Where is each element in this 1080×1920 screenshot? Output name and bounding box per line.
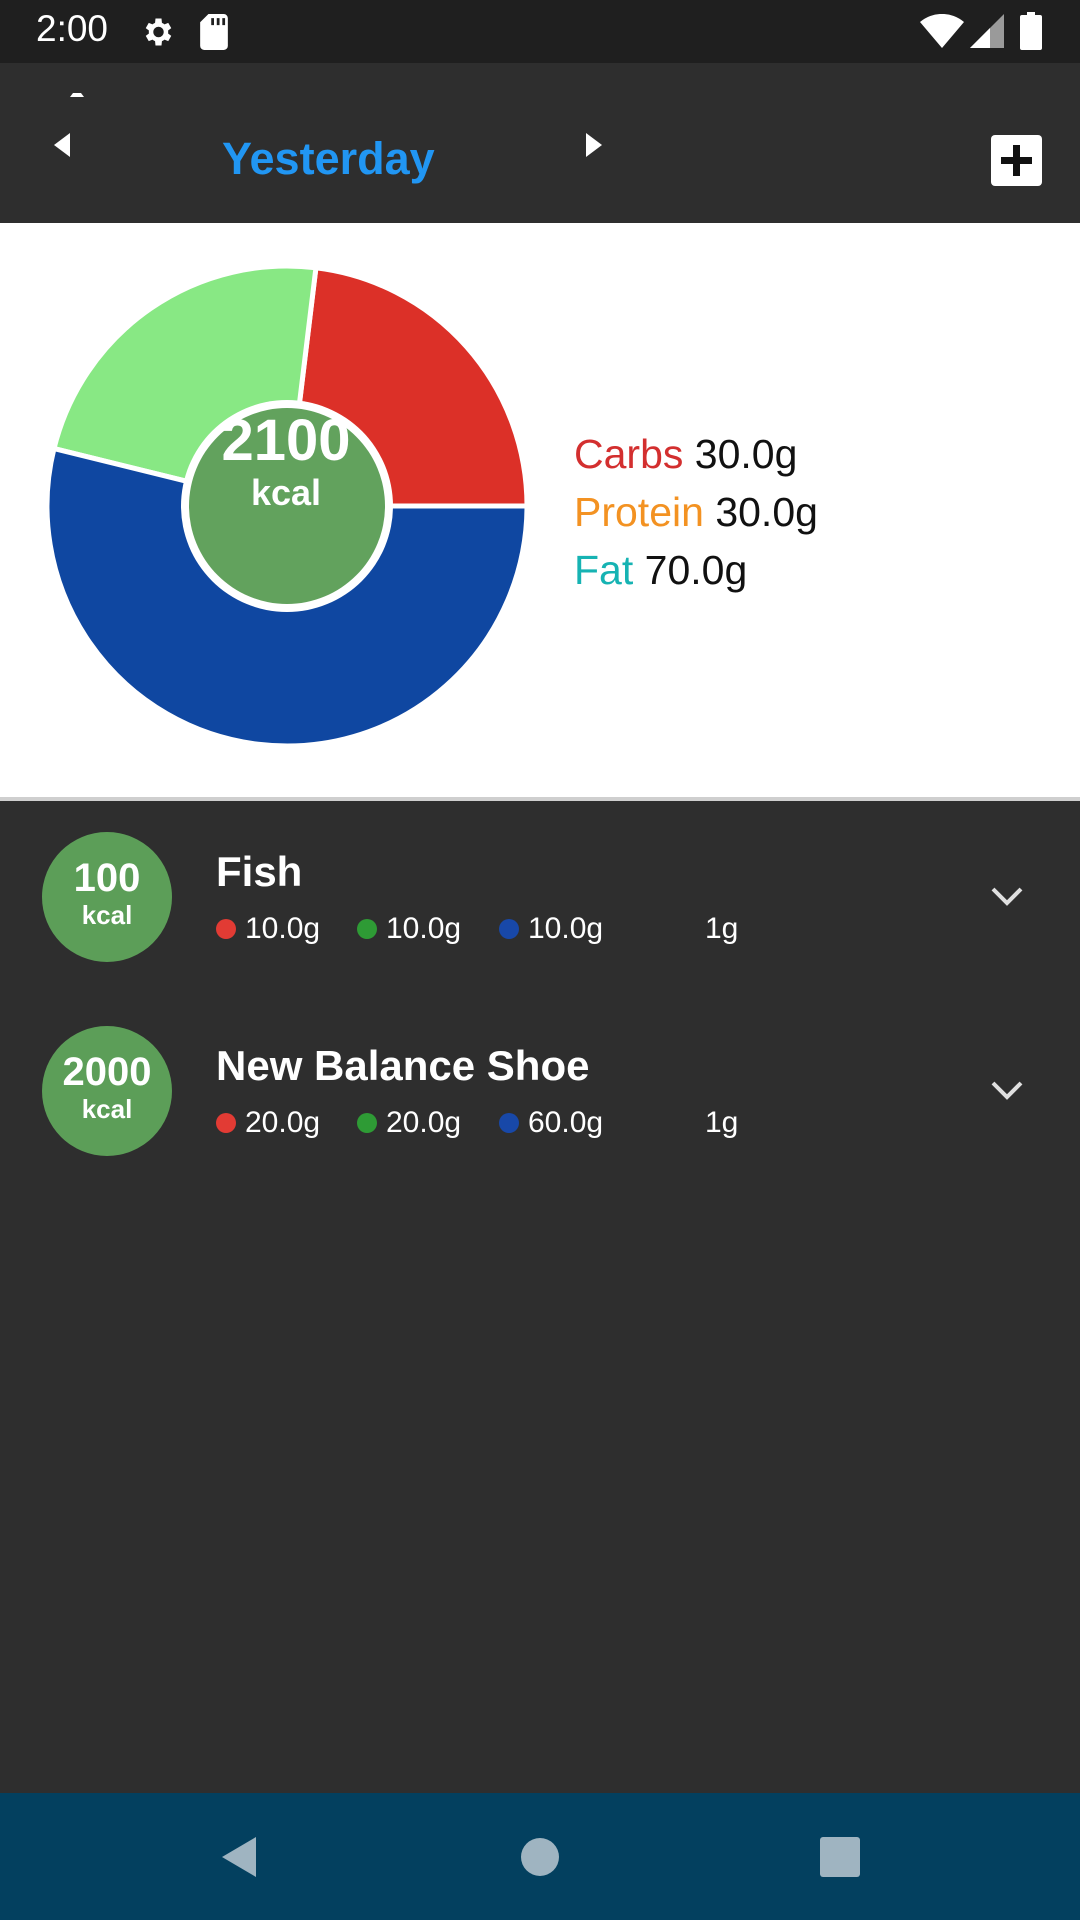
macro-dot [216,1113,236,1133]
gear-icon [145,18,172,46]
caret-left-icon[interactable] [42,125,82,165]
kcal-unit: kcal [81,900,133,930]
home-icon[interactable] [512,1829,568,1885]
legend-row-fat: Fat 70.0g [574,541,818,599]
overflow-caret-icon [70,89,84,97]
macro-legend: Carbs 30.0g Protein 30.0g Fat 70.0g [574,425,818,599]
food-name: Fish [216,848,303,895]
kcal-value: 100 [73,856,141,900]
macro-amount: 10.0g [357,912,461,946]
kcal-badge: 2000 kcal [42,1026,172,1156]
wifi-icon [920,14,964,48]
legend-value: 30.0g [715,489,818,535]
legend-row-protein: Protein 30.0g [574,483,818,541]
macro-amount: 10.0g [499,912,603,946]
chevron-down-icon[interactable] [987,1070,1027,1110]
chevron-down-icon[interactable] [987,876,1027,916]
signal-icon [970,14,1004,48]
macro-value: 10.0g [528,912,604,945]
kcal-badge: 100 kcal [42,832,172,962]
macro-dot [499,919,519,939]
total-kcal-value: 2100 [221,408,351,473]
macro-dot [357,919,377,939]
total-kcal-unit: kcal [250,472,322,513]
day-title[interactable]: Yesterday [222,133,435,185]
app-bar: Yesterday [0,63,1080,223]
macro-dot [499,1113,519,1133]
food-list-item[interactable]: 100 kcal Fish 10.0g 10.0g 10.0g 1g [0,832,1080,1002]
macro-amount: 20.0g [357,1106,461,1140]
legend-row-carbs: Carbs 30.0g [574,425,818,483]
total-kcal: 2100 kcal [180,409,392,513]
macro-value: 20.0g [386,1106,462,1139]
serving-size: 1g [705,912,739,945]
kcal-unit: kcal [81,1094,133,1124]
food-list-item[interactable]: 2000 kcal New Balance Shoe 20.0g 20.0g 6… [0,1026,1080,1196]
legend-label: Protein [574,489,704,535]
macro-dot [357,1113,377,1133]
macro-value: 10.0g [245,912,321,945]
navigation-bar [0,1793,1080,1920]
legend-value: 30.0g [694,431,798,477]
battery-icon [1020,12,1042,50]
food-name: New Balance Shoe [216,1042,590,1089]
recents-icon[interactable] [812,1829,868,1885]
back-icon[interactable] [212,1829,268,1885]
serving-size: 1g [705,1106,739,1139]
macro-value: 10.0g [386,912,462,945]
macro-value: 60.0g [528,1106,604,1139]
macro-amount: 60.0g [499,1106,603,1140]
plus-icon [1001,145,1032,176]
macro-amount: 10.0g [216,912,320,946]
kcal-value: 2000 [62,1050,152,1094]
divider [0,797,1080,801]
sd-card-icon [200,14,228,50]
legend-value: 70.0g [644,547,748,593]
legend-label: Carbs [574,431,684,477]
legend-label: Fat [574,547,634,593]
caret-right-icon[interactable] [574,125,614,165]
macro-amount: 20.0g [216,1106,320,1140]
macro-value: 20.0g [245,1106,321,1139]
macro-dot [216,919,236,939]
add-food-button[interactable] [991,135,1042,186]
status-bar: 2:00 [0,0,1080,63]
status-time: 2:00 [36,8,109,49]
